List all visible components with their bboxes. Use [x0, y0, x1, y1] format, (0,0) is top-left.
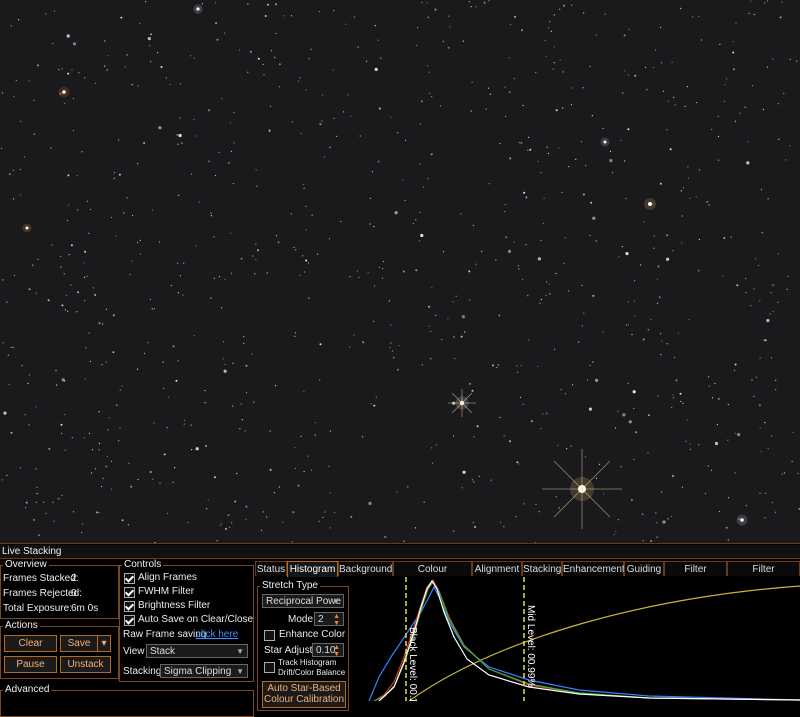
advanced-group: Advanced — [0, 685, 254, 717]
frames-stacked-label: Frames Stacked: — [3, 573, 79, 584]
unstack-button[interactable]: Unstack — [60, 656, 111, 673]
tab-alignment[interactable]: Alignment — [472, 561, 522, 576]
fwhm-filter-label: FWHM Filter — [138, 586, 195, 597]
auto-save-checkbox[interactable] — [124, 615, 135, 626]
spin-arrows-icon[interactable]: ▲ ▼ — [333, 613, 340, 627]
raw-frame-saving-label: Raw Frame saving — [123, 629, 207, 640]
star-field — [1, 0, 800, 543]
histogram-green — [373, 580, 800, 701]
chevron-down-icon: ▼ — [236, 647, 244, 656]
mode-value: 2 — [318, 614, 324, 625]
auto-calib-label-1: Auto Star-Based — [267, 683, 341, 694]
tab-status[interactable]: Status — [255, 561, 287, 576]
stacking-select-value: Sigma Clipping — [164, 666, 232, 677]
raw-frame-saving-link[interactable]: click here — [196, 629, 238, 641]
stacking-label: Stacking — [123, 666, 162, 677]
tab-filter-brightness[interactable]: Filter (Brightness) — [727, 561, 800, 590]
frames-stacked-value: 2 — [71, 573, 77, 584]
total-exposure-value: 6m 0s — [71, 603, 99, 614]
track-histogram-checkbox[interactable] — [264, 662, 275, 673]
histogram-display[interactable]: Black Level: 00.17% Mid Level: 00.99% — [349, 577, 800, 701]
stacking-select[interactable]: Sigma Clipping ▼ — [160, 664, 248, 678]
auto-save-label: Auto Save on Clear/Close — [138, 614, 254, 625]
chevron-down-icon: ▼ — [332, 597, 340, 606]
clear-button[interactable]: Clear — [4, 635, 57, 652]
histogram-plot: Black Level: 00.17% Mid Level: 00.99% — [368, 577, 800, 701]
tab-colour-calibration[interactable]: Colour Calibration — [393, 561, 472, 590]
overview-legend: Overview — [5, 559, 47, 570]
tab-background[interactable]: Background — [338, 561, 393, 576]
enhance-color-label: Enhance Color — [279, 629, 346, 640]
panel-title: Live Stacking — [0, 545, 800, 559]
black-level-label: Black Level: 00.17% — [407, 627, 418, 701]
tab-guiding[interactable]: Guiding — [624, 561, 664, 576]
tab-filter-fwhm[interactable]: Filter (FWHM) — [664, 561, 727, 590]
spin-arrows-icon[interactable]: ▲ ▼ — [333, 644, 340, 658]
stretch-type-legend: Stretch Type — [262, 580, 318, 591]
mode-label: Mode — [288, 614, 314, 625]
mid-level-label: Mid Level: 00.99% — [525, 605, 536, 687]
enhance-color-checkbox[interactable] — [264, 630, 275, 641]
pause-button[interactable]: Pause — [4, 656, 57, 673]
view-select[interactable]: Stack ▼ — [146, 644, 248, 658]
advanced-legend: Advanced — [5, 684, 50, 695]
track-histogram-label-2: Drift/Color Balance — [278, 668, 346, 677]
controls-legend: Controls — [124, 559, 162, 570]
view-select-value: Stack — [150, 646, 176, 657]
stretch-curve — [408, 585, 800, 701]
total-exposure-label: Total Exposure: — [3, 603, 72, 614]
view-label: View — [123, 646, 145, 657]
align-frames-checkbox[interactable] — [124, 573, 135, 584]
track-histogram-label-1: Track Histogram — [278, 658, 337, 667]
save-button[interactable]: Save — [60, 635, 98, 652]
histogram-blue — [368, 585, 800, 701]
mode-spinner[interactable]: 2 ▲ ▼ — [314, 612, 344, 627]
auto-calib-label-2: Colour Calibration — [263, 694, 345, 705]
tab-histogram[interactable]: Histogram — [287, 561, 338, 577]
fwhm-filter-checkbox[interactable] — [124, 587, 135, 598]
brightness-filter-label: Brightness Filter — [138, 600, 211, 611]
chevron-down-icon: ▼ — [236, 667, 244, 676]
stretch-type-select[interactable]: Reciprocal Powe ▼ — [262, 594, 344, 608]
star-adjust-spinner[interactable]: 0.10 ▲ ▼ — [312, 643, 344, 658]
star-adjust-label: Star Adjust — [264, 645, 313, 656]
tab-enhancement[interactable]: Enhancement — [562, 561, 625, 576]
save-dropdown-icon[interactable]: ▾ — [97, 635, 111, 652]
frames-rejected-value: 0 — [71, 588, 77, 599]
stacked-image-viewer[interactable] — [0, 0, 800, 543]
align-frames-label: Align Frames — [138, 572, 197, 583]
tab-stacking[interactable]: Stacking — [522, 561, 562, 576]
actions-legend: Actions — [5, 620, 38, 631]
brightness-filter-checkbox[interactable] — [124, 601, 135, 612]
auto-colour-calibration-button[interactable]: Auto Star-Based Colour Calibration — [262, 681, 346, 708]
stretch-type-value: Reciprocal Powe — [266, 596, 342, 607]
